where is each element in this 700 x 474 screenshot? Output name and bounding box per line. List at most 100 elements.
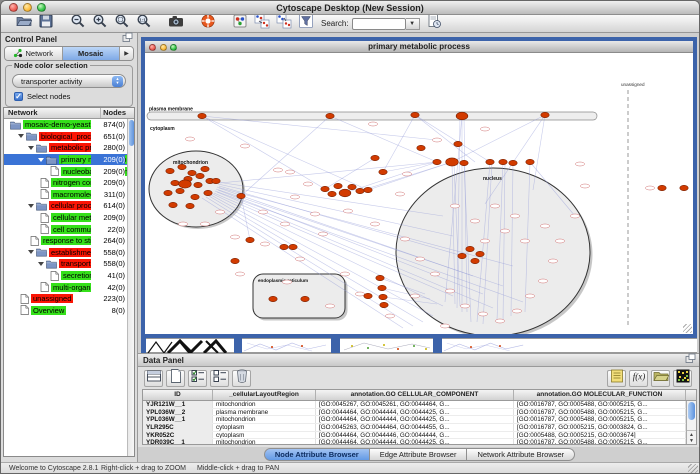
column-header-2[interactable]: _cellularLayoutRegion — [213, 390, 316, 400]
zoom-window-button[interactable] — [37, 3, 46, 12]
minimize-button[interactable] — [23, 3, 32, 12]
network-node[interactable] — [411, 112, 419, 117]
tab-network[interactable]: Network — [5, 47, 63, 60]
tab-overflow-arrow[interactable]: ▶ — [120, 47, 133, 60]
float-panel-icon[interactable] — [122, 30, 133, 48]
network-node[interactable] — [188, 170, 196, 175]
network-node[interactable] — [456, 112, 468, 120]
expand-triangle-icon[interactable] — [18, 134, 24, 138]
network-window-titlebar[interactable]: primary metabolic process — [145, 41, 693, 53]
search-options-button[interactable] — [425, 13, 443, 29]
tree-item-unassigned[interactable]: unassigned223(0) — [4, 293, 127, 305]
filter-funnel-button[interactable] — [297, 13, 315, 29]
tab-edge-attribute-browser[interactable]: Edge Attribute Browser — [370, 448, 468, 461]
zoom-fit-button[interactable]: 1:1 — [135, 13, 153, 29]
network-node[interactable] — [280, 244, 288, 249]
background-window-view[interactable] — [442, 338, 528, 353]
window-resize-grip[interactable] — [683, 324, 692, 333]
scrollbar-arrows[interactable]: ▲▼ — [687, 430, 696, 444]
new-attribute-button[interactable] — [166, 370, 185, 387]
network-node[interactable] — [178, 164, 186, 169]
resize-grip[interactable] — [688, 464, 698, 474]
network-minimize-button[interactable] — [160, 44, 167, 51]
snapshot-camera-button[interactable] — [167, 13, 185, 29]
network-node[interactable] — [379, 294, 387, 299]
tree-item-mosaic-demo-yeast[interactable]: mosaic-demo-yeast874(0) — [4, 119, 127, 131]
network-node[interactable] — [201, 166, 209, 171]
network-node[interactable] — [186, 203, 194, 208]
search-input[interactable] — [352, 18, 406, 30]
network-node[interactable] — [466, 246, 474, 251]
tree-item-biological-process[interactable]: biological_process651(0) — [4, 131, 127, 143]
scrollbar-thumb[interactable] — [688, 402, 695, 420]
network-node[interactable] — [446, 158, 459, 166]
network-node[interactable] — [237, 193, 245, 198]
network-node[interactable] — [680, 185, 688, 190]
network-node[interactable] — [364, 187, 372, 192]
network-node[interactable] — [194, 182, 202, 187]
help-lifering-button[interactable] — [199, 13, 217, 29]
close-button[interactable] — [9, 3, 18, 12]
network-close-button[interactable] — [149, 44, 156, 51]
tree-item-establishment-of-lo[interactable]: establishment of lo558(0) — [4, 247, 127, 259]
network-node[interactable] — [231, 258, 239, 263]
attribute-editor-button[interactable] — [607, 370, 626, 387]
network-node[interactable] — [371, 155, 379, 160]
network-node[interactable] — [196, 173, 204, 178]
network-node[interactable] — [321, 186, 329, 191]
zoom-out-button[interactable] — [69, 13, 87, 29]
background-window-view[interactable] — [528, 338, 697, 353]
network-node[interactable] — [417, 145, 425, 150]
background-window-view[interactable] — [242, 338, 331, 353]
tree-item-transport[interactable]: transport558(0) — [4, 258, 127, 270]
network-canvas[interactable]: plasma membranecytoplasm mitochondrion n… — [145, 54, 693, 334]
column-header-1[interactable]: ID — [143, 390, 213, 400]
table-row[interactable]: YPL036W__1mitochondrion[GO:0044464, GO:0… — [143, 416, 686, 424]
tree-item-metabolic-process[interactable]: metabolic process280(0) — [4, 142, 127, 154]
attribute-table-button[interactable] — [144, 370, 163, 387]
table-row[interactable]: YPL036W__2plasma membrane[GO:0044464, GO… — [143, 409, 686, 417]
network-node[interactable] — [458, 253, 466, 258]
network-node[interactable] — [348, 184, 356, 189]
select-attributes-button[interactable] — [188, 370, 207, 387]
network-node[interactable] — [376, 275, 384, 280]
table-scrollbar[interactable]: ▲▼ — [686, 401, 696, 444]
network-node[interactable] — [378, 285, 386, 290]
float-panel-icon[interactable] — [685, 351, 696, 369]
network-node[interactable] — [301, 296, 309, 301]
tree-item-cell-communicati[interactable]: cell communicati22(0) — [4, 223, 127, 235]
column-header-3[interactable]: annotation.GO CELLULAR_COMPONENT — [316, 390, 514, 400]
network-node[interactable] — [339, 189, 351, 197]
tree-column-nodes[interactable]: Nodes — [101, 108, 134, 118]
network-node[interactable] — [379, 169, 387, 174]
network-node[interactable] — [380, 302, 388, 307]
network-node[interactable] — [328, 191, 336, 196]
network-node[interactable] — [204, 190, 212, 195]
network-node[interactable] — [198, 113, 206, 118]
expand-triangle-icon[interactable] — [28, 204, 34, 208]
column-header-4[interactable]: annotation.GO MOLECULAR_FUNCTION — [514, 390, 686, 400]
tree-item-overview[interactable]: Overview8(0) — [4, 305, 127, 317]
delete-attribute-button[interactable] — [232, 370, 251, 387]
tab-node-attribute-browser[interactable]: Node Attribute Browser — [264, 448, 370, 461]
tab-mosaic[interactable]: Mosaic — [63, 47, 121, 60]
network-node[interactable] — [289, 244, 297, 249]
tree-item-multi-organism-pro[interactable]: multi-organism pro42(0) — [4, 281, 127, 293]
tree-item-response-to-stimulu[interactable]: response to stimulu264(0) — [4, 235, 127, 247]
network-node[interactable] — [176, 188, 184, 193]
open-file-button[interactable] — [15, 13, 33, 29]
expand-triangle-icon[interactable] — [38, 158, 44, 162]
tree-item-nucleobase-contain[interactable]: nucleobase-contain209(0) — [4, 165, 127, 177]
tree-item-cellular-metaboli[interactable]: cellular metaboli209(0) — [4, 212, 127, 224]
table-row[interactable]: YJR121W__1mitochondrion[GO:0045267, GO:0… — [143, 401, 686, 409]
unselect-attributes-button[interactable] — [210, 370, 229, 387]
network-node[interactable] — [191, 194, 199, 199]
tree-item-cellular-process[interactable]: cellular process614(0) — [4, 200, 127, 212]
network-node[interactable] — [171, 180, 179, 185]
network-node[interactable] — [541, 112, 549, 117]
network-node[interactable] — [471, 258, 479, 263]
network-node[interactable] — [212, 178, 220, 183]
network-node[interactable] — [326, 113, 334, 118]
save-session-button[interactable] — [37, 13, 55, 29]
network-zoom-button[interactable] — [170, 44, 177, 51]
